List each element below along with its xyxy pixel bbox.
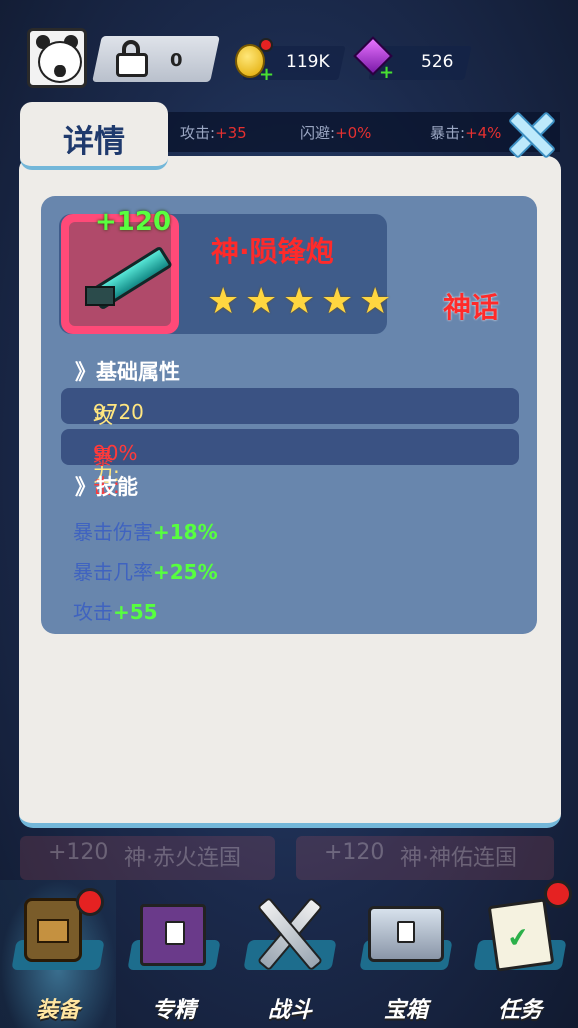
notification-dot — [544, 880, 572, 908]
add-gem-icon[interactable]: + — [379, 62, 394, 83]
star-icon: ★ — [245, 281, 278, 322]
basic-attributes-heading: 》基础属性 — [75, 360, 180, 384]
skill-entry: 攻击+55 — [73, 600, 158, 624]
attribute-row: 攻击力:9720 — [61, 388, 519, 486]
skill-entry: 暴击几率+25% — [73, 560, 218, 584]
player-stats-bar: 攻击:+35 闪避:+0% 暴击:+4% — [160, 112, 560, 152]
nav-tab-equipment[interactable]: 装备 — [0, 880, 116, 1028]
nav-label: 任务 — [497, 998, 542, 1023]
item-level: +120 — [95, 207, 172, 237]
skills-heading: 》技能 — [75, 475, 138, 499]
attribute-row: 暴击: 90% — [61, 429, 519, 498]
nav-tab-chest[interactable]: 宝箱 — [348, 880, 464, 1028]
panda-face-icon — [38, 41, 82, 83]
nav-label: 装备 — [35, 998, 80, 1023]
lock-counter-box[interactable] — [92, 36, 220, 82]
item-rarity: 神话 — [443, 291, 500, 324]
book-icon — [136, 894, 210, 968]
nav-label: 宝箱 — [383, 998, 428, 1023]
bottom-navigation: 装备 专精 战斗 宝箱 任务 — [0, 880, 578, 1028]
stat-attack: 攻击:+35 — [180, 124, 247, 142]
item-star-rating: ★ ★ ★ ★ ★ — [207, 284, 397, 320]
gem-icon[interactable]: + — [353, 36, 395, 83]
nav-label: 战斗 — [267, 998, 312, 1023]
chest-icon — [368, 894, 444, 968]
item-detail-dialog: +120 神·陨锋炮 ★★★★★ 神话 》基础属性 攻击力:9720 暴击:90… — [19, 156, 561, 828]
lock-count: 0 — [170, 50, 183, 71]
item-name: 神·陨锋炮 — [211, 235, 334, 268]
star-icon: ★ — [207, 281, 240, 322]
close-icon[interactable] — [507, 110, 553, 156]
dialog-title-tab: 详情 — [20, 102, 168, 170]
nav-tab-quests[interactable]: 任务 — [462, 880, 578, 1028]
gem-amount: 526 — [421, 52, 454, 72]
background-equipment-row: +120 神·赤火连国 — [20, 836, 275, 880]
panda-eye-icon — [54, 65, 64, 77]
star-icon: ★ — [283, 281, 316, 322]
star-icon: ★ — [321, 281, 354, 322]
top-bar: 0 + 119K + 526 — [0, 22, 578, 102]
add-coin-icon[interactable]: + — [259, 64, 274, 85]
lock-icon — [114, 40, 150, 78]
nav-tab-specialization[interactable]: 专精 — [116, 880, 232, 1028]
nav-tab-battle[interactable]: 战斗 — [232, 880, 348, 1028]
quest-scroll-icon — [482, 894, 556, 972]
crossed-swords-icon — [252, 894, 326, 968]
notification-dot — [259, 38, 273, 52]
player-avatar[interactable] — [27, 28, 87, 88]
cannon-weapon-icon — [79, 245, 173, 311]
skill-entry: 暴击伤害+18% — [73, 520, 218, 544]
star-icon: ★ — [359, 281, 392, 322]
background-equipment-row: +120 神·神佑连国 — [296, 836, 554, 880]
stat-dodge: 闪避:+0% — [300, 124, 372, 142]
dialog-title: 详情 — [63, 124, 125, 160]
item-detail-card: +120 神·陨锋炮 ★★★★★ 神话 》基础属性 攻击力:9720 暴击:90… — [41, 196, 537, 634]
coin-icon[interactable]: + — [233, 38, 274, 85]
stat-crit: 暴击:+4% — [430, 124, 502, 142]
coin-amount: 119K — [286, 52, 330, 72]
notification-dot — [76, 888, 104, 916]
nav-label: 专精 — [151, 998, 196, 1023]
